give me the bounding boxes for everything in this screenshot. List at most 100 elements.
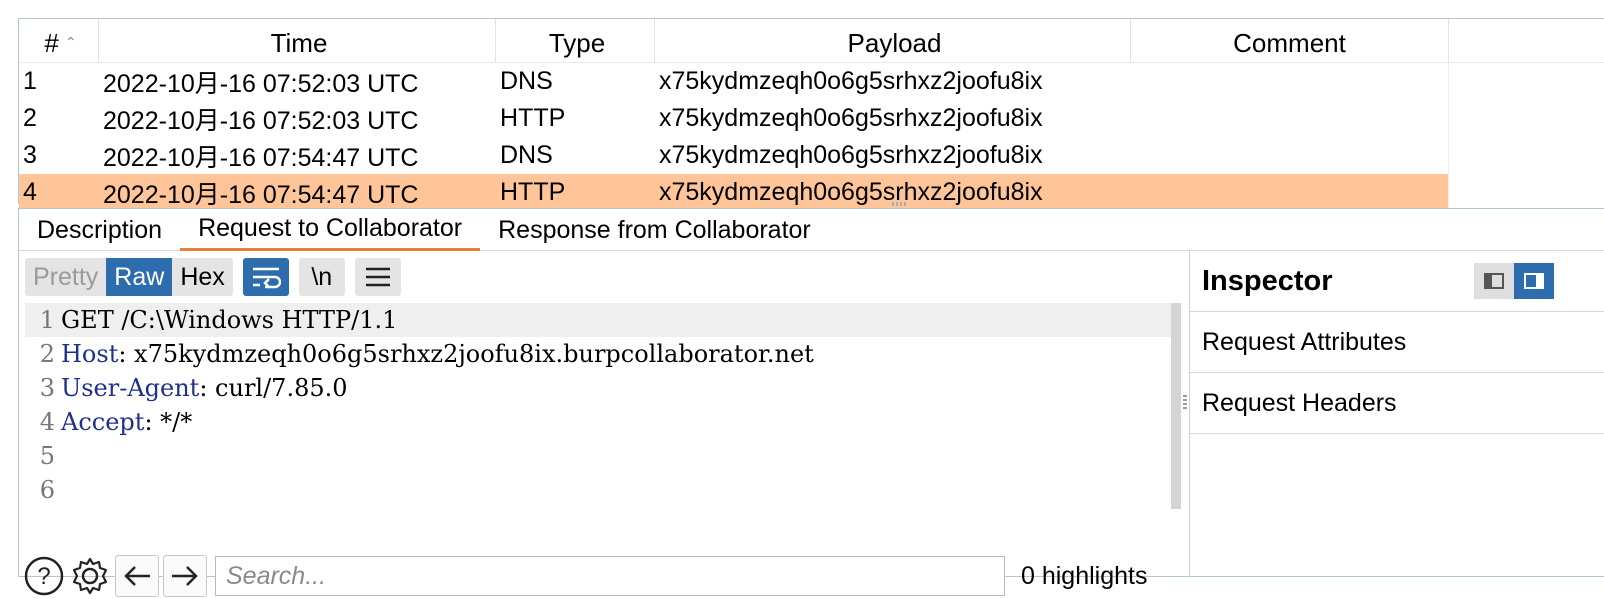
inspector-section-request-attributes[interactable]: Request Attributes [1190, 312, 1604, 373]
arrow-right-icon [172, 566, 198, 586]
pretty-button[interactable]: Pretty [25, 258, 106, 296]
inspector-resize-handle[interactable] [1183, 395, 1187, 411]
line-text: : */* [144, 408, 193, 436]
vertical-scrollbar[interactable] [1171, 303, 1181, 509]
column-header-number[interactable]: # ⌃ [19, 19, 99, 63]
row-number: 4 [19, 174, 99, 211]
word-wrap-button[interactable] [242, 258, 289, 296]
line-number: 1 [39, 306, 55, 334]
help-button[interactable]: ? [23, 555, 65, 597]
row-spacer [1449, 100, 1604, 137]
line-number: 2 [39, 340, 55, 368]
tab-request-to-collaborator[interactable]: Request to Collaborator [180, 209, 481, 251]
split-pane-handle[interactable] [892, 202, 908, 206]
column-label: Time [270, 28, 328, 58]
inspector-header: Inspector [1190, 251, 1604, 312]
highlights-count: 0 highlights [1021, 561, 1148, 590]
column-label: Type [548, 28, 606, 58]
row-payload: x75kydmzeqh0o6g5srhxz2joofu8ix [659, 141, 1043, 169]
code-line: 1 GET /C:\Windows HTTP/1.1 [25, 303, 1177, 337]
arrow-left-icon [124, 566, 150, 586]
column-header-time[interactable]: Time [99, 19, 496, 63]
interactions-table: # ⌃ Time Type Payload Comment 1 2022-10月… [18, 18, 1604, 211]
sort-ascending-icon: ⌃ [64, 34, 77, 50]
raw-button[interactable]: Raw [106, 258, 173, 296]
hamburger-menu-icon [365, 267, 390, 287]
row-time: 2022-10月-16 07:52:03 UTC [103, 69, 419, 98]
column-header-type[interactable]: Type [496, 19, 655, 63]
header-name: Accept [61, 408, 145, 436]
tab-response-from-collaborator[interactable]: Response from Collaborator [480, 209, 829, 251]
column-header-extra [1449, 19, 1604, 63]
code-line: 5 [25, 439, 1177, 473]
column-header-comment[interactable]: Comment [1131, 19, 1449, 63]
row-spacer [1449, 174, 1604, 211]
line-number: 6 [39, 476, 55, 504]
layout-collapsed-button[interactable] [1474, 263, 1514, 299]
word-wrap-icon [252, 267, 281, 289]
column-label: # [44, 28, 59, 58]
editor-toolbar: Pretty Raw Hex \n [25, 257, 401, 297]
detail-panel: Description Request to Collaborator Resp… [18, 208, 1604, 597]
row-spacer [1449, 63, 1604, 100]
code-line: 2 Host : x75kydmzeqh0o6g5srhxz2joofu8ix.… [25, 337, 1177, 371]
column-label: Payload [847, 28, 942, 58]
line-number: 3 [39, 374, 55, 402]
row-comment [1131, 100, 1449, 137]
row-number: 1 [23, 67, 37, 95]
table-header: # ⌃ Time Type Payload Comment [19, 19, 1604, 63]
search-bar: ? 0 highl [19, 553, 1189, 599]
row-number: 2 [23, 104, 37, 132]
code-line: 3 User-Agent : curl/7.85.0 [25, 371, 1177, 405]
inspector-panel: Inspector Request Attributes Request Hea… [1190, 251, 1604, 578]
header-name: User-Agent [61, 374, 200, 402]
column-label: Comment [1233, 28, 1346, 58]
search-input[interactable] [215, 556, 1005, 596]
row-comment [1131, 174, 1449, 211]
table-row[interactable]: 3 2022-10月-16 07:54:47 UTC DNS x75kydmze… [19, 137, 1604, 174]
table-row-selected[interactable]: 4 2022-10月-16 07:54:47 UTC HTTP x75kydmz… [19, 174, 1604, 211]
inspector-layout-toggle [1474, 263, 1554, 299]
row-type: HTTP [496, 174, 655, 211]
row-time: 2022-10月-16 07:52:03 UTC [103, 106, 419, 135]
panel-right-icon [1524, 273, 1544, 289]
row-type: HTTP [500, 104, 566, 132]
row-payload: x75kydmzeqh0o6g5srhxz2joofu8ix [659, 67, 1043, 95]
row-payload: x75kydmzeqh0o6g5srhxz2joofu8ix [659, 104, 1043, 132]
next-match-button[interactable] [163, 555, 207, 597]
search-settings-button[interactable] [69, 555, 111, 597]
header-name: Host [61, 340, 119, 368]
table-row[interactable]: 2 2022-10月-16 07:52:03 UTC HTTP x75kydmz… [19, 100, 1604, 137]
code-line: 4 Accept : */* [25, 405, 1177, 439]
column-header-payload[interactable]: Payload [655, 19, 1131, 63]
line-text: : x75kydmzeqh0o6g5srhxz2joofu8ix.burpcol… [118, 340, 814, 368]
code-view[interactable]: 1 GET /C:\Windows HTTP/1.1 2 Host : x75k… [25, 303, 1177, 513]
editor-menu-button[interactable] [354, 258, 401, 296]
panel-left-icon [1484, 273, 1504, 289]
gear-icon [72, 557, 108, 595]
row-type: DNS [500, 67, 553, 95]
layout-expanded-button[interactable] [1514, 263, 1554, 299]
tab-description[interactable]: Description [19, 209, 180, 251]
request-editor: Pretty Raw Hex \n 1 GET /C:\Windows HTTP… [19, 251, 1189, 597]
show-newlines-button[interactable]: \n [298, 258, 345, 296]
line-number: 4 [39, 408, 55, 436]
newline-icon: \n [311, 262, 333, 291]
help-icon: ? [24, 556, 64, 596]
row-time: 2022-10月-16 07:54:47 UTC [103, 143, 419, 172]
row-spacer [1449, 137, 1604, 174]
inspector-section-request-headers[interactable]: Request Headers [1190, 373, 1604, 434]
line-text: GET /C:\Windows HTTP/1.1 [61, 306, 398, 334]
row-type: DNS [500, 141, 553, 169]
row-comment [1131, 63, 1449, 100]
line-text: : curl/7.85.0 [199, 374, 348, 402]
view-mode-selector: Pretty Raw Hex [25, 258, 233, 296]
previous-match-button[interactable] [115, 555, 159, 597]
table-body: 1 2022-10月-16 07:52:03 UTC DNS x75kydmze… [19, 63, 1604, 211]
detail-tabs: Description Request to Collaborator Resp… [19, 209, 1604, 251]
row-comment [1131, 137, 1449, 174]
row-number: 3 [23, 141, 37, 169]
code-line: 6 [25, 473, 1177, 507]
hex-button[interactable]: Hex [172, 258, 232, 296]
table-row[interactable]: 1 2022-10月-16 07:52:03 UTC DNS x75kydmze… [19, 63, 1604, 100]
